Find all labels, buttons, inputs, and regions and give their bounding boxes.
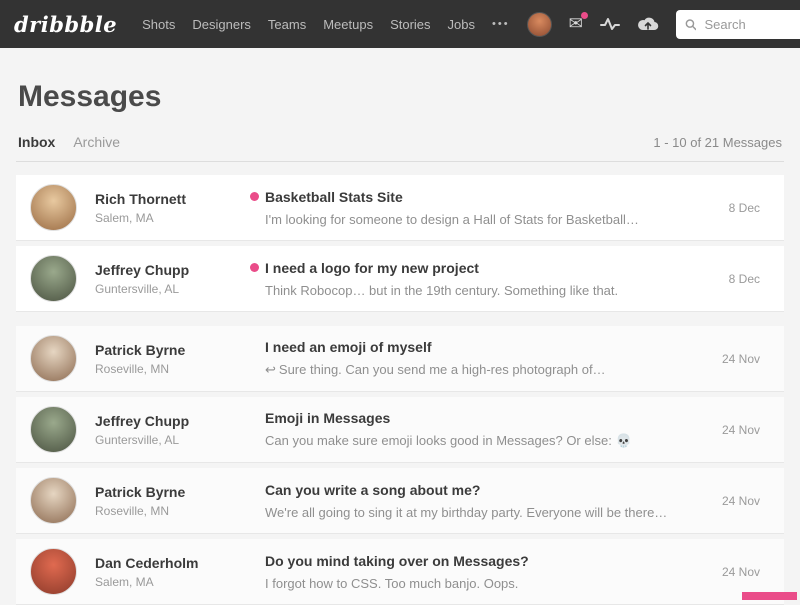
messages-page: Messages Inbox Archive 1 - 10 of 21 Mess… <box>0 80 800 605</box>
message-subject[interactable]: Basketball Stats Site <box>265 189 403 205</box>
nav-icon-group: ✉ <box>526 9 800 39</box>
tab-archive[interactable]: Archive <box>73 134 120 150</box>
message-preview-line: We're all going to sing it at my birthda… <box>265 505 696 520</box>
top-nav: dribbble Shots Designers Teams Meetups S… <box>0 0 800 48</box>
message-date: 24 Nov <box>721 564 760 579</box>
message-row[interactable]: Rich Thornett Salem, MA Basketball Stats… <box>16 175 784 241</box>
avatar[interactable] <box>30 255 77 302</box>
activity-icon[interactable] <box>599 17 620 31</box>
sender-name: Jeffrey Chupp <box>95 261 190 278</box>
search-icon <box>685 18 697 30</box>
avatar[interactable] <box>30 335 77 382</box>
message-preview-line: I forgot how to CSS. Too much banjo. Oop… <box>265 576 696 591</box>
reply-icon: ↩ <box>265 362 276 377</box>
sender-block: Patrick Byrne Roseville, MN <box>95 484 247 518</box>
tabs-row: Inbox Archive 1 - 10 of 21 Messages <box>16 134 784 162</box>
sender-location: Guntersville, AL <box>95 281 180 296</box>
unread-dot-icon <box>250 191 259 201</box>
pink-footer-strip <box>742 592 797 600</box>
message-row[interactable]: Dan Cederholm Salem, MA Do you mind taki… <box>16 539 784 605</box>
avatar[interactable] <box>30 548 77 595</box>
message-date: 8 Dec <box>728 271 760 286</box>
nav-item-jobs[interactable]: Jobs <box>448 17 475 32</box>
message-list: Rich Thornett Salem, MA Basketball Stats… <box>16 175 784 605</box>
upload-cloud-icon[interactable] <box>637 17 659 32</box>
sender-name: Rich Thornett <box>95 190 186 207</box>
message-preview: Can you make sure emoji looks good in Me… <box>265 433 632 448</box>
unread-badge <box>580 12 588 19</box>
avatar[interactable] <box>30 477 77 524</box>
nav-item-shots[interactable]: Shots <box>142 17 175 32</box>
avatar[interactable] <box>30 184 77 231</box>
message-preview-line: I'm looking for someone to design a Hall… <box>265 212 696 227</box>
message-preview: Sure thing. Can you send me a high-res p… <box>278 362 606 377</box>
message-date: 24 Nov <box>721 422 760 437</box>
message-content: Can you write a song about me? We're all… <box>247 482 696 520</box>
sender-location: Roseville, MN <box>95 503 170 518</box>
message-preview: Think Robocop… but in the 19th century. … <box>265 282 619 298</box>
message-preview-line: Can you make sure emoji looks good in Me… <box>265 433 696 449</box>
message-date: 8 Dec <box>728 200 760 215</box>
message-preview: We're all going to sing it at my birthda… <box>265 504 668 520</box>
unread-dot-icon <box>250 262 259 272</box>
message-preview: I'm looking for someone to design a Hall… <box>265 211 639 227</box>
search-box <box>675 9 800 39</box>
message-subject[interactable]: I need a logo for my new project <box>265 260 479 276</box>
message-subject[interactable]: Emoji in Messages <box>265 410 390 426</box>
message-row[interactable]: Jeffrey Chupp Guntersville, AL I need a … <box>16 246 784 312</box>
message-row[interactable]: Jeffrey Chupp Guntersville, AL Emoji in … <box>16 397 784 463</box>
message-preview-line: ↩ Sure thing. Can you send me a high-res … <box>265 362 696 378</box>
message-content: I need a logo for my new project Think R… <box>247 260 696 298</box>
user-avatar[interactable] <box>526 11 552 37</box>
message-date: 24 Nov <box>721 351 760 366</box>
message-date: 24 Nov <box>721 493 760 508</box>
search-input[interactable] <box>702 15 800 33</box>
message-count: 1 - 10 of 21 Messages <box>653 135 782 150</box>
sender-location: Roseville, MN <box>95 361 170 376</box>
sender-location: Salem, MA <box>95 574 154 589</box>
sender-location: Salem, MA <box>95 210 154 225</box>
tab-inbox[interactable]: Inbox <box>18 134 55 150</box>
dribbble-logo[interactable]: dribbble <box>14 12 117 37</box>
message-subject[interactable]: Can you write a song about me? <box>265 482 480 498</box>
page-title: Messages <box>18 80 162 113</box>
sender-name: Patrick Byrne <box>95 483 186 500</box>
message-preview-line: Think Robocop… but in the 19th century. … <box>265 283 696 298</box>
sender-name: Dan Cederholm <box>95 554 199 571</box>
nav-item-meetups[interactable]: Meetups <box>323 17 373 32</box>
nav-item-designers[interactable]: Designers <box>192 17 251 32</box>
message-subject[interactable]: Do you mind taking over on Messages? <box>265 553 529 569</box>
sender-block: Patrick Byrne Roseville, MN <box>95 342 247 376</box>
sender-location: Guntersville, AL <box>95 432 180 447</box>
message-content: Emoji in Messages Can you make sure emoj… <box>247 410 696 449</box>
nav-more-button[interactable]: ••• <box>492 18 510 30</box>
avatar[interactable] <box>30 406 77 453</box>
message-row[interactable]: Patrick Byrne Roseville, MN I need an em… <box>16 326 784 392</box>
message-content: I need an emoji of myself ↩ Sure thing. C… <box>247 339 696 378</box>
message-subject[interactable]: I need an emoji of myself <box>265 339 432 355</box>
nav-item-stories[interactable]: Stories <box>390 17 430 32</box>
nav-item-teams[interactable]: Teams <box>268 17 306 32</box>
sender-block: Jeffrey Chupp Guntersville, AL <box>95 262 247 296</box>
sender-block: Rich Thornett Salem, MA <box>95 191 247 225</box>
message-content: Do you mind taking over on Messages? I f… <box>247 553 696 591</box>
sender-name: Patrick Byrne <box>95 341 186 358</box>
message-preview: I forgot how to CSS. Too much banjo. Oop… <box>265 575 519 591</box>
sender-name: Jeffrey Chupp <box>95 412 190 429</box>
messages-icon[interactable]: ✉ <box>569 12 588 33</box>
sender-block: Dan Cederholm Salem, MA <box>95 555 247 589</box>
message-row[interactable]: Patrick Byrne Roseville, MN Can you writ… <box>16 468 784 534</box>
sender-block: Jeffrey Chupp Guntersville, AL <box>95 413 247 447</box>
message-content: Basketball Stats Site I'm looking for so… <box>247 189 696 227</box>
